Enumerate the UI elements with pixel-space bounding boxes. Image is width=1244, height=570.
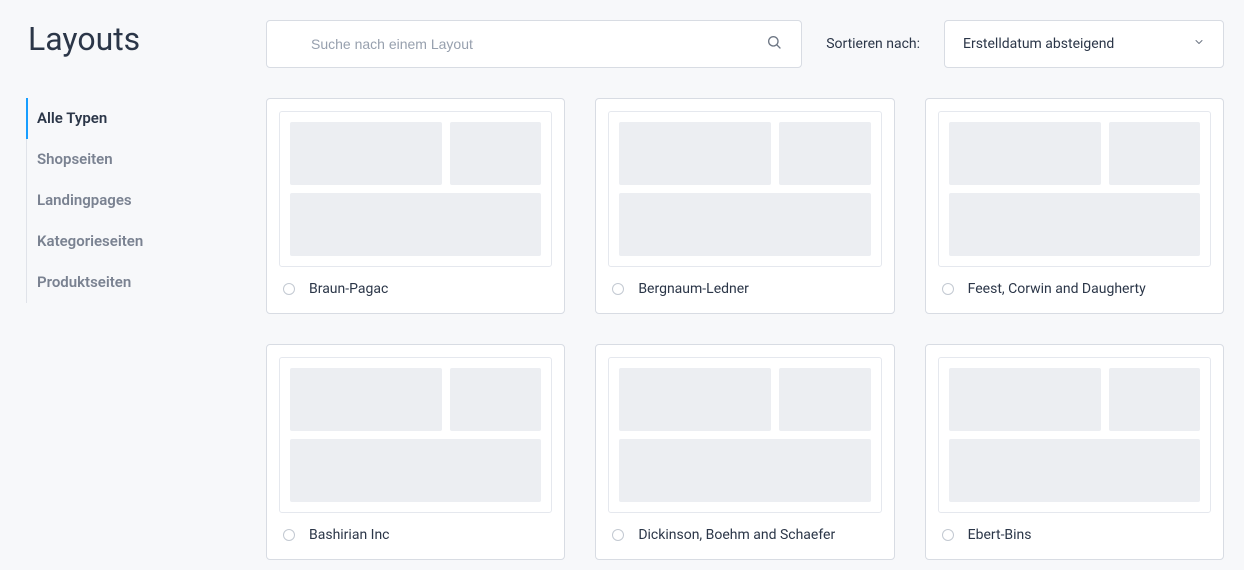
preview-block <box>450 368 541 431</box>
preview-block <box>949 193 1200 256</box>
preview-block <box>949 122 1101 185</box>
preview-block <box>1109 122 1200 185</box>
card-footer: Bashirian Inc <box>279 513 552 547</box>
layout-grid: Braun-Pagac Bergnaum-Ledner <box>266 98 1224 560</box>
layout-name: Bashirian Inc <box>309 527 390 543</box>
layout-card[interactable]: Braun-Pagac <box>266 98 565 314</box>
preview-block <box>290 122 442 185</box>
type-nav: Alle Typen Shopseiten Landingpages Kateg… <box>26 98 246 303</box>
chevron-down-icon <box>1193 36 1205 52</box>
sort-label: Sortieren nach: <box>826 36 920 52</box>
radio-icon[interactable] <box>942 283 954 295</box>
layout-preview <box>938 111 1211 267</box>
sort-select[interactable]: Erstelldatum absteigend <box>944 20 1224 68</box>
preview-block <box>949 368 1101 431</box>
preview-block <box>619 193 870 256</box>
card-footer: Ebert-Bins <box>938 513 1211 547</box>
layout-preview <box>608 111 881 267</box>
card-footer: Bergnaum-Ledner <box>608 267 881 301</box>
radio-icon[interactable] <box>942 529 954 541</box>
search-input[interactable] <box>266 20 802 68</box>
sidebar-item-all-types[interactable]: Alle Typen <box>27 98 246 139</box>
sidebar-item-landing-pages[interactable]: Landingpages <box>27 180 246 221</box>
layout-name: Braun-Pagac <box>309 281 388 297</box>
layout-name: Bergnaum-Ledner <box>638 281 749 297</box>
page-title: Layouts <box>26 20 246 58</box>
preview-block <box>619 122 771 185</box>
preview-block <box>949 439 1200 502</box>
preview-block <box>779 122 870 185</box>
radio-icon[interactable] <box>612 283 624 295</box>
sidebar: Layouts Alle Typen Shopseiten Landingpag… <box>26 20 266 550</box>
layout-card[interactable]: Feest, Corwin and Daugherty <box>925 98 1224 314</box>
layout-preview <box>279 357 552 513</box>
preview-block <box>779 368 870 431</box>
main-content: Sortieren nach: Erstelldatum absteigend <box>266 20 1224 550</box>
card-footer: Feest, Corwin and Daugherty <box>938 267 1211 301</box>
preview-block <box>290 368 442 431</box>
preview-block <box>619 439 870 502</box>
preview-block <box>290 439 541 502</box>
sidebar-item-product-pages[interactable]: Produktseiten <box>27 262 246 303</box>
sidebar-item-category-pages[interactable]: Kategorieseiten <box>27 221 246 262</box>
preview-block <box>290 193 541 256</box>
search-wrap <box>266 20 802 68</box>
preview-block <box>450 122 541 185</box>
layout-card[interactable]: Dickinson, Boehm and Schaefer <box>595 344 894 560</box>
preview-block <box>619 368 771 431</box>
layout-preview <box>608 357 881 513</box>
layout-preview <box>279 111 552 267</box>
card-footer: Dickinson, Boehm and Schaefer <box>608 513 881 547</box>
preview-block <box>1109 368 1200 431</box>
layout-name: Feest, Corwin and Daugherty <box>968 281 1146 297</box>
radio-icon[interactable] <box>283 529 295 541</box>
layout-name: Ebert-Bins <box>968 527 1032 543</box>
card-footer: Braun-Pagac <box>279 267 552 301</box>
sort-value: Erstelldatum absteigend <box>963 36 1114 52</box>
layout-card[interactable]: Bashirian Inc <box>266 344 565 560</box>
radio-icon[interactable] <box>612 529 624 541</box>
layout-name: Dickinson, Boehm and Schaefer <box>638 527 835 543</box>
layout-card[interactable]: Bergnaum-Ledner <box>595 98 894 314</box>
toolbar: Sortieren nach: Erstelldatum absteigend <box>266 20 1224 68</box>
sidebar-item-shop-pages[interactable]: Shopseiten <box>27 139 246 180</box>
layout-preview <box>938 357 1211 513</box>
layout-card[interactable]: Ebert-Bins <box>925 344 1224 560</box>
radio-icon[interactable] <box>283 283 295 295</box>
